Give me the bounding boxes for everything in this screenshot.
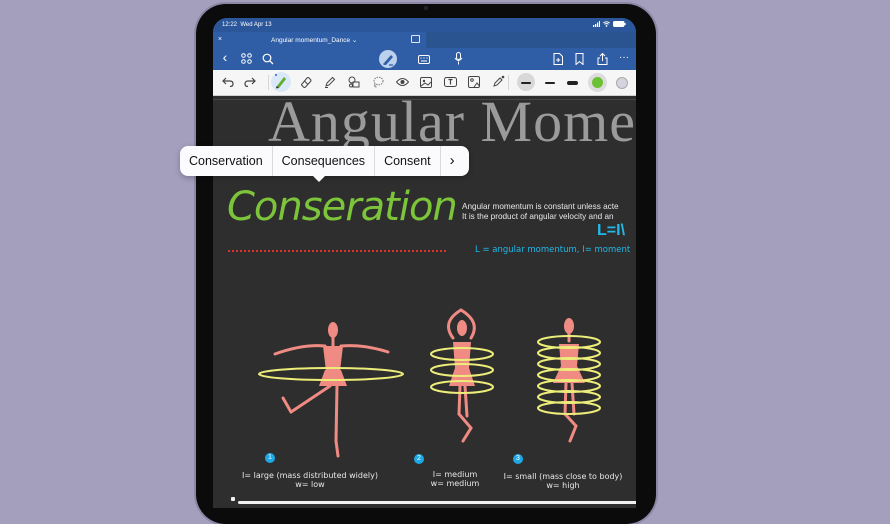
status-bar: 12:22 Wed Apr 13 — [213, 18, 636, 32]
caption-1-line-1: I= large (mass distributed widely) — [242, 471, 378, 480]
search-icon[interactable] — [261, 52, 275, 65]
microphone-icon[interactable] — [451, 52, 465, 65]
figure-badge-1: 1 — [265, 453, 275, 463]
split-view-icon[interactable] — [411, 35, 420, 43]
caption-2-line-2: w= medium — [430, 479, 480, 488]
status-time-value: 12:22 — [222, 22, 238, 28]
thickness-thick-button[interactable] — [567, 81, 578, 85]
draw-mode-button[interactable] — [379, 50, 397, 68]
back-icon[interactable]: ‹ — [218, 50, 232, 64]
navigation-bar: ‹ ··· — [213, 48, 636, 70]
caption-3-line-1: I= small (mass close to body) — [503, 472, 623, 481]
spelling-suggestions-popover: Conservation Consequences Consent › — [180, 146, 469, 176]
caption-1-line-2: w= low — [295, 480, 325, 489]
figure-caption-1: I= large (mass distributed widely) w= lo… — [235, 471, 385, 489]
status-date: Wed Apr 13 — [240, 22, 272, 28]
undo-icon[interactable] — [221, 75, 235, 89]
signal-icon — [593, 21, 600, 27]
thickness-thin-icon — [521, 82, 531, 84]
image-icon[interactable] — [419, 75, 433, 89]
figure-caption-2: I= medium w= medium — [425, 470, 485, 488]
dancer-figure-1 — [273, 322, 390, 458]
keyboard-icon[interactable] — [417, 52, 431, 64]
suggestion-conservation[interactable]: Conservation — [180, 146, 273, 176]
battery-icon — [613, 21, 626, 27]
popover-pointer — [312, 175, 326, 182]
document-title[interactable]: Angular momentum_Dance ⌄ — [271, 36, 357, 44]
figure-badge-3: 3 — [513, 454, 523, 464]
grid-view-icon[interactable] — [239, 52, 253, 64]
wifi-icon — [603, 21, 610, 27]
text-box-icon[interactable] — [443, 75, 457, 89]
thickness-medium-button[interactable] — [545, 82, 555, 84]
close-tab-icon[interactable]: × — [218, 36, 222, 43]
system-icons — [593, 21, 626, 27]
highlighter-icon[interactable] — [323, 75, 337, 89]
image-insert-icon[interactable] — [467, 75, 481, 89]
draw-mode-icon — [383, 55, 393, 66]
document-tab[interactable]: × Angular momentum_Dance ⌄ — [213, 32, 426, 48]
bottom-formula: L = (m₁r₁²)(rxv) m(r₂…) — [338, 506, 607, 508]
more-icon[interactable]: ··· — [617, 51, 631, 65]
view-icon[interactable] — [395, 75, 409, 89]
bookmark-icon[interactable] — [572, 52, 586, 65]
caption-2-line-1: I= medium — [432, 470, 478, 479]
shapes-icon[interactable] — [347, 75, 361, 89]
new-page-icon[interactable] — [551, 52, 565, 65]
divider-dot — [231, 497, 235, 501]
eraser-icon[interactable] — [299, 75, 313, 89]
handwritten-divider — [238, 501, 636, 504]
figure-badge-2: 2 — [414, 454, 424, 464]
front-camera — [424, 6, 428, 10]
redo-icon[interactable] — [243, 75, 257, 89]
more-suggestions-chevron-icon[interactable]: › — [441, 146, 464, 176]
suggestion-consent[interactable]: Consent — [375, 146, 441, 176]
favorites-pen-icon[interactable] — [491, 75, 505, 89]
caption-3-line-2: w= high — [546, 481, 580, 490]
figure-caption-3: I= small (mass close to body) w= high — [488, 472, 636, 490]
document-tab-bar: × Angular momentum_Dance ⌄ — [213, 32, 636, 48]
share-icon[interactable] — [595, 52, 609, 65]
status-time: 12:22 Wed Apr 13 — [222, 22, 272, 28]
ipad-screen: 12:22 Wed Apr 13 × Angular momentum_Danc… — [213, 18, 636, 508]
suggestion-consequences[interactable]: Consequences — [273, 146, 376, 176]
lasso-icon[interactable] — [371, 75, 385, 89]
color-swatch-green[interactable] — [592, 77, 603, 88]
